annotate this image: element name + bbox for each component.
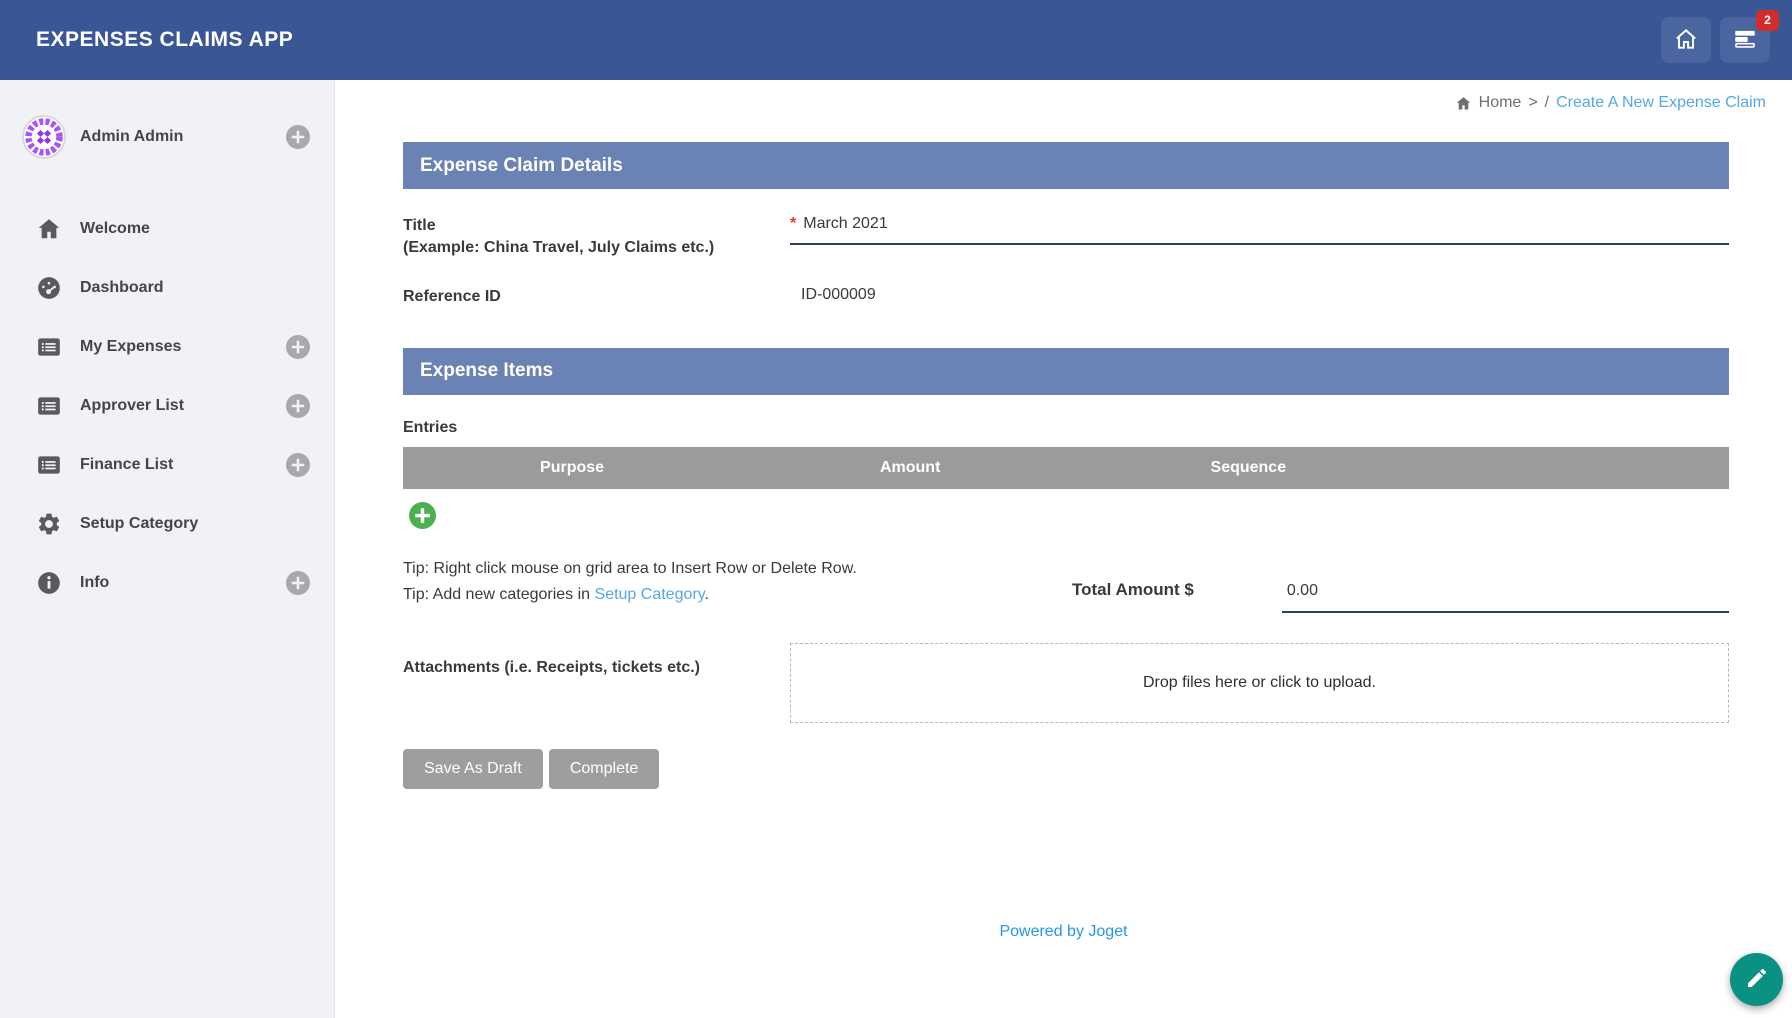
entries-grid-body <box>403 489 1729 544</box>
expense-claim-form: Expense Claim Details Title (Example: Ch… <box>403 142 1729 789</box>
sidebar-item-label: Info <box>80 573 110 591</box>
total-amount-row: Total Amount $ 0.00 <box>1072 556 1729 613</box>
footer: Powered by Joget <box>335 923 1792 941</box>
tip-insert-row: Tip: Right click mouse on grid area to I… <box>403 559 857 577</box>
list-icon <box>36 452 62 478</box>
powered-by-joget-link[interactable]: Powered by Joget <box>999 923 1127 940</box>
grid-column-sequence: Sequence <box>1210 458 1287 476</box>
header-actions: 2 <box>1661 10 1779 63</box>
avatar <box>22 115 66 159</box>
user-profile[interactable]: Admin Admin <box>22 113 310 161</box>
home-button[interactable] <box>1661 17 1711 63</box>
sidebar-item-label: Finance List <box>80 455 174 473</box>
sidebar-item-approver-list[interactable]: Approver List <box>0 376 334 435</box>
setup-category-link[interactable]: Setup Category <box>595 586 705 603</box>
file-dropzone[interactable]: Drop files here or click to upload. <box>790 642 1729 723</box>
add-row-icon <box>409 501 436 529</box>
add-icon[interactable] <box>286 393 310 418</box>
breadcrumb: Home > / Create A New Expense Claim <box>1455 94 1766 112</box>
required-asterisk: * <box>790 215 797 232</box>
sidebar-item-finance-list[interactable]: Finance List <box>0 435 334 494</box>
user-name: Admin Admin <box>80 128 184 145</box>
inbox-button[interactable]: 2 <box>1720 10 1779 63</box>
entries-grid-header: Purpose Amount Sequence <box>403 446 1729 489</box>
title-input[interactable]: * March 2021 <box>790 215 1729 245</box>
gear-icon <box>36 511 62 537</box>
form-actions: Save As Draft Complete <box>403 748 1729 789</box>
title-label: Title (Example: China Travel, July Claim… <box>403 217 715 256</box>
tips-and-total-row: Tip: Right click mouse on grid area to I… <box>403 556 1729 613</box>
list-icon <box>36 393 62 419</box>
sidebar-item-label: Approver List <box>80 396 185 414</box>
reference-id-row: Reference ID ID-000009 <box>403 258 1729 348</box>
breadcrumb-current[interactable]: Create A New Expense Claim <box>1556 94 1766 112</box>
sidebar: Admin Admin Welcome Dashboard My Expense… <box>0 80 335 1018</box>
add-icon[interactable] <box>286 125 310 149</box>
app-header: EXPENSES CLAIMS APP 2 <box>0 0 1792 80</box>
sidebar-item-welcome[interactable]: Welcome <box>0 199 334 258</box>
sidebar-item-my-expenses[interactable]: My Expenses <box>0 317 334 376</box>
total-amount-input[interactable]: 0.00 <box>1281 582 1729 613</box>
section-header-expense-items: Expense Items <box>403 347 1729 395</box>
breadcrumb-separator: / <box>1544 94 1550 111</box>
home-icon <box>36 216 62 242</box>
add-icon[interactable] <box>286 334 310 359</box>
tip-add-categories: Tip: Add new categories in Setup Categor… <box>403 586 709 604</box>
info-icon <box>36 570 62 596</box>
total-amount-label: Total Amount $ <box>1072 579 1194 599</box>
home-icon <box>1455 95 1472 112</box>
app-title: EXPENSES CLAIMS APP <box>36 28 294 51</box>
breadcrumb-home-link[interactable]: Home <box>1479 94 1522 112</box>
section-title: Expense Items <box>420 360 554 382</box>
dashboard-icon <box>36 275 62 301</box>
notification-badge: 2 <box>1756 10 1779 31</box>
sidebar-item-label: Welcome <box>80 219 150 237</box>
inbox-list-icon <box>1732 26 1758 55</box>
section-header-claim-details: Expense Claim Details <box>403 142 1729 189</box>
home-icon <box>1673 26 1699 55</box>
breadcrumb-separator: > <box>1528 94 1538 111</box>
title-input-value: March 2021 <box>803 215 888 232</box>
sidebar-item-label: My Expenses <box>80 337 182 355</box>
edit-fab-button[interactable] <box>1730 953 1783 1006</box>
grid-column-amount: Amount <box>879 458 941 476</box>
section-title: Expense Claim Details <box>420 154 623 176</box>
sidebar-item-setup-category[interactable]: Setup Category <box>0 494 334 553</box>
main-content: Home > / Create A New Expense Claim Expe… <box>335 80 1792 1018</box>
sidebar-item-label: Dashboard <box>80 278 164 296</box>
title-field-row: Title (Example: China Travel, July Claim… <box>403 189 1729 258</box>
pencil-icon <box>1745 966 1769 993</box>
list-icon <box>36 334 62 360</box>
add-row-button[interactable] <box>409 501 436 529</box>
add-icon[interactable] <box>286 570 310 595</box>
complete-button[interactable]: Complete <box>548 748 660 789</box>
reference-id-value: ID-000009 <box>801 286 876 304</box>
attachments-row: Attachments (i.e. Receipts, tickets etc.… <box>403 642 1729 723</box>
save-as-draft-button[interactable]: Save As Draft <box>403 748 543 789</box>
grid-tips: Tip: Right click mouse on grid area to I… <box>403 556 1072 613</box>
grid-column-purpose: Purpose <box>540 458 605 476</box>
sidebar-item-info[interactable]: Info <box>0 553 334 612</box>
sidebar-item-label: Setup Category <box>80 514 199 532</box>
attachments-label: Attachments (i.e. Receipts, tickets etc.… <box>403 658 700 676</box>
add-icon[interactable] <box>286 452 310 477</box>
dropzone-text: Drop files here or click to upload. <box>1143 673 1376 691</box>
sidebar-nav: Welcome Dashboard My Expenses Approver L… <box>0 199 334 612</box>
reference-id-label: Reference ID <box>403 288 501 306</box>
entries-label: Entries <box>403 418 458 436</box>
sidebar-item-dashboard[interactable]: Dashboard <box>0 258 334 317</box>
